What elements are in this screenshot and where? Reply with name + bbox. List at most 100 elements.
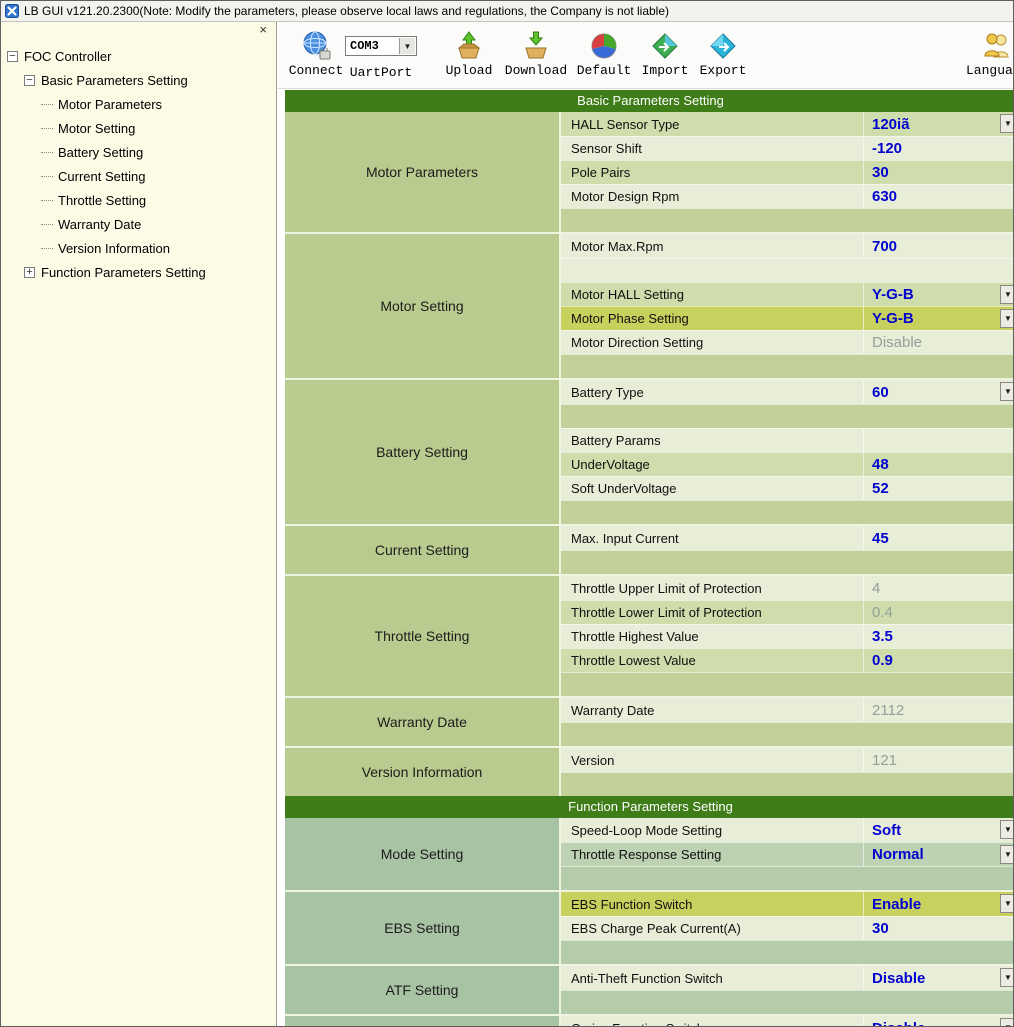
tree-item-motor-setting[interactable]: Motor Setting — [1, 116, 276, 140]
param-value-cell[interactable]: Enable ▼ — [863, 892, 1014, 916]
param-value[interactable]: 120iã — [872, 116, 910, 133]
import-button[interactable]: Import — [636, 26, 694, 78]
param-value-cell[interactable]: 120iã ▼ — [863, 112, 1014, 136]
param-value[interactable]: Y-G-B — [872, 310, 914, 327]
param-name: HALL Sensor Type — [561, 112, 863, 136]
collapse-icon[interactable]: − — [7, 51, 18, 62]
param-value[interactable]: 3.5 — [872, 628, 893, 645]
param-value-cell[interactable]: 48 — [863, 453, 1014, 476]
param-value[interactable]: Normal — [872, 846, 924, 863]
param-value-cell[interactable]: 3.5 — [863, 625, 1014, 648]
param-value[interactable]: 45 — [872, 530, 889, 547]
tree-item-label[interactable]: Basic Parameters Setting — [41, 73, 188, 88]
param-value-cell[interactable]: 30 — [863, 917, 1014, 940]
collapse-icon[interactable]: − — [24, 75, 35, 86]
chevron-down-icon[interactable]: ▼ — [1000, 820, 1014, 839]
param-row-soft-undervoltage: Soft UnderVoltage 52 — [561, 476, 1014, 500]
param-value[interactable]: 630 — [872, 188, 897, 205]
expand-icon[interactable]: + — [24, 267, 35, 278]
param-value[interactable]: 48 — [872, 456, 889, 473]
param-value-cell[interactable]: 121 — [863, 748, 1014, 772]
param-value-cell[interactable]: 700 — [863, 234, 1014, 258]
tree-item-label[interactable]: Version Information — [58, 241, 170, 256]
default-button[interactable]: Default — [572, 26, 636, 78]
param-value-cell[interactable]: 0.4 — [863, 601, 1014, 624]
tree-item-version-information[interactable]: Version Information — [1, 236, 276, 260]
language-button[interactable]: Language — [966, 26, 1014, 78]
chevron-down-icon[interactable]: ▼ — [1000, 1018, 1014, 1027]
param-value-cell[interactable]: Soft ▼ — [863, 818, 1014, 842]
param-value-cell[interactable]: 0.9 — [863, 649, 1014, 672]
export-button[interactable]: Export — [694, 26, 752, 78]
tree-item-label[interactable]: FOC Controller — [24, 49, 111, 64]
param-name: Soft UnderVoltage — [561, 477, 863, 500]
tree-item-label[interactable]: Throttle Setting — [58, 193, 146, 208]
tree-item-label[interactable]: Battery Setting — [58, 145, 143, 160]
param-value-cell[interactable]: Y-G-B ▼ — [863, 307, 1014, 330]
tree-item-warranty-date[interactable]: Warranty Date — [1, 212, 276, 236]
com-port-select[interactable]: COM3 ▼ — [345, 36, 417, 56]
connect-button[interactable]: Connect — [288, 26, 344, 78]
param-value[interactable]: 30 — [872, 164, 889, 181]
tree-item-battery-setting[interactable]: Battery Setting — [1, 140, 276, 164]
tree-item-label[interactable]: Warranty Date — [58, 217, 141, 232]
category-motor-setting: Motor Setting — [285, 234, 559, 378]
param-row-motor-direction-setting: Motor Direction SettingDisable — [561, 330, 1014, 354]
param-value[interactable]: 52 — [872, 480, 889, 497]
param-value[interactable]: 0.9 — [872, 652, 893, 669]
app-window: LB GUI v121.20.2300(Note: Modify the par… — [0, 0, 1014, 1027]
param-name: Version — [561, 748, 863, 772]
param-value-cell[interactable]: 60 ▼ — [863, 380, 1014, 404]
param-value[interactable]: Disable — [872, 1020, 925, 1027]
param-value-cell[interactable]: 45 — [863, 526, 1014, 550]
tree-item-label[interactable]: Current Setting — [58, 169, 145, 184]
param-value[interactable]: 30 — [872, 920, 889, 937]
param-value-cell[interactable]: Disable ▼ — [863, 966, 1014, 990]
download-button[interactable]: Download — [500, 26, 572, 78]
param-value[interactable]: Y-G-B — [872, 286, 914, 303]
tree-item-motor-parameters[interactable]: Motor Parameters — [1, 92, 276, 116]
chevron-down-icon[interactable]: ▼ — [1000, 382, 1014, 401]
chevron-down-icon[interactable]: ▼ — [1000, 845, 1014, 864]
chevron-down-icon[interactable]: ▼ — [1000, 894, 1014, 913]
param-name: Max. Input Current — [561, 526, 863, 550]
spacer-row — [561, 772, 1014, 796]
param-value: 2112 — [872, 702, 904, 719]
chevron-down-icon[interactable]: ▼ — [399, 38, 415, 54]
param-value-cell[interactable]: Y-G-B ▼ — [863, 283, 1014, 306]
param-value[interactable]: Disable — [872, 970, 925, 987]
tree-item-throttle-setting[interactable]: Throttle Setting — [1, 188, 276, 212]
param-value[interactable]: 700 — [872, 238, 897, 255]
tree-item-function-parameters-setting[interactable]: + Function Parameters Setting — [1, 260, 276, 284]
tree-item-current-setting[interactable]: Current Setting — [1, 164, 276, 188]
param-value-cell[interactable]: Disable — [863, 331, 1014, 354]
param-value-cell[interactable]: Normal ▼ — [863, 843, 1014, 866]
diamond-import-icon — [636, 26, 694, 60]
tree-item-basic-parameters-setting[interactable]: −Basic Parameters Setting — [1, 68, 276, 92]
param-value-cell[interactable]: 2112 — [863, 698, 1014, 722]
param-value-cell[interactable]: Disable ▼ — [863, 1016, 1014, 1027]
tree-item-foc-controller[interactable]: −FOC Controller — [1, 44, 276, 68]
param-value-cell[interactable]: 630 — [863, 185, 1014, 208]
tree-item-label[interactable]: Motor Setting — [58, 121, 135, 136]
chevron-down-icon[interactable]: ▼ — [1000, 968, 1014, 987]
upload-button[interactable]: Upload — [436, 26, 502, 78]
chevron-down-icon[interactable]: ▼ — [1000, 114, 1014, 133]
tree-item-label[interactable]: Function Parameters Setting — [41, 265, 206, 280]
param-value[interactable]: Soft — [872, 822, 901, 839]
param-value-cell[interactable]: -120 — [863, 137, 1014, 160]
chevron-down-icon[interactable]: ▼ — [1000, 309, 1014, 328]
param-row-throttle-lowest-value: Throttle Lowest Value0.9 — [561, 648, 1014, 672]
param-value-cell[interactable] — [863, 429, 1014, 452]
param-value[interactable]: 60 — [872, 384, 889, 401]
param-value[interactable]: Enable — [872, 896, 921, 913]
close-icon[interactable]: × — [259, 22, 267, 37]
param-row-motor-phase-setting: Motor Phase SettingY-G-B▼ — [561, 306, 1014, 330]
param-value-cell[interactable]: 4 — [863, 576, 1014, 600]
param-value-cell[interactable]: 30 — [863, 161, 1014, 184]
chevron-down-icon[interactable]: ▼ — [1000, 285, 1014, 304]
param-name: Speed-Loop Mode Setting — [561, 818, 863, 842]
tree-item-label[interactable]: Motor Parameters — [58, 97, 162, 112]
param-value-cell[interactable]: 52 — [863, 477, 1014, 500]
param-value[interactable]: -120 — [872, 140, 902, 157]
